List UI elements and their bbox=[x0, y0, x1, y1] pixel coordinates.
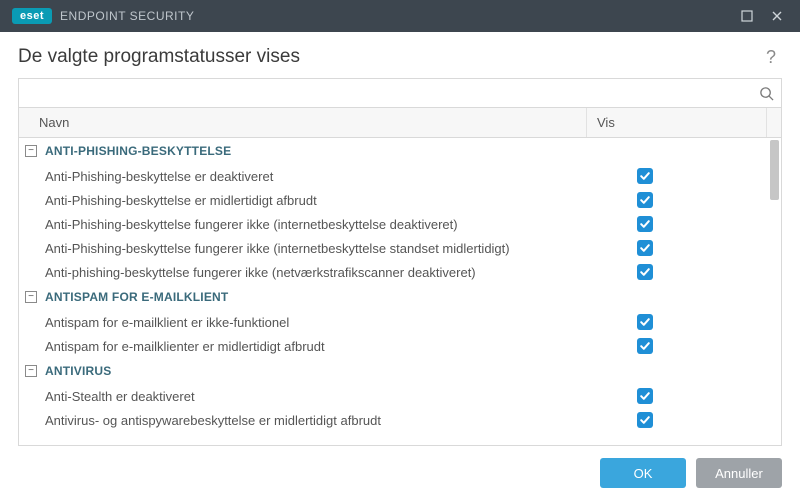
search-row bbox=[18, 78, 782, 108]
search-input[interactable] bbox=[27, 80, 757, 106]
table-body: −ANTI-PHISHING-BESKYTTELSEAnti-Phishing-… bbox=[18, 138, 782, 446]
product-name: ENDPOINT SECURITY bbox=[60, 9, 194, 23]
window-minimize-button[interactable] bbox=[732, 0, 762, 32]
visibility-checkbox[interactable] bbox=[637, 264, 653, 280]
visibility-checkbox[interactable] bbox=[637, 216, 653, 232]
window-close-button[interactable] bbox=[762, 0, 792, 32]
row-label: Anti-Stealth er deaktiveret bbox=[19, 389, 587, 404]
row-label: Antispam for e-mailklienter er midlertid… bbox=[19, 339, 587, 354]
row-label: Anti-Phishing-beskyttelse fungerer ikke … bbox=[19, 217, 587, 232]
table-row: Anti-Phishing-beskyttelse er deaktiveret bbox=[19, 164, 781, 188]
visibility-checkbox[interactable] bbox=[637, 338, 653, 354]
table-row: Antivirus- og antispywarebeskyttelse er … bbox=[19, 408, 781, 432]
group-header[interactable]: −ANTI-PHISHING-BESKYTTELSE bbox=[19, 138, 781, 164]
cancel-button[interactable]: Annuller bbox=[696, 458, 782, 488]
search-icon[interactable] bbox=[757, 84, 775, 102]
table-row: Anti-Stealth er deaktiveret bbox=[19, 384, 781, 408]
page-title: De valgte programstatusser vises bbox=[18, 46, 300, 68]
group-header[interactable]: −ANTIVIRUS bbox=[19, 358, 781, 384]
row-label: Antispam for e-mailklient er ikke-funkti… bbox=[19, 315, 587, 330]
visibility-checkbox[interactable] bbox=[637, 240, 653, 256]
group-title: ANTIVIRUS bbox=[45, 364, 111, 378]
column-header-vis[interactable]: Vis bbox=[587, 108, 767, 137]
brand-badge: eset bbox=[12, 8, 52, 24]
page-header: De valgte programstatusser vises ? bbox=[18, 46, 782, 68]
table-row: Antispam for e-mailklient er ikke-funkti… bbox=[19, 310, 781, 334]
group-header[interactable]: −ANTISPAM FOR E-MAILKLIENT bbox=[19, 284, 781, 310]
collapse-icon[interactable]: − bbox=[25, 365, 37, 377]
content-area: De valgte programstatusser vises ? Navn … bbox=[0, 32, 800, 446]
ok-button[interactable]: OK bbox=[600, 458, 686, 488]
group-title: ANTI-PHISHING-BESKYTTELSE bbox=[45, 144, 231, 158]
collapse-icon[interactable]: − bbox=[25, 145, 37, 157]
table-row: Antispam for e-mailklienter er midlertid… bbox=[19, 334, 781, 358]
row-label: Anti-Phishing-beskyttelse fungerer ikke … bbox=[19, 241, 587, 256]
table-row: Anti-Phishing-beskyttelse fungerer ikke … bbox=[19, 236, 781, 260]
table-row: Anti-phishing-beskyttelse fungerer ikke … bbox=[19, 260, 781, 284]
row-label: Antivirus- og antispywarebeskyttelse er … bbox=[19, 413, 587, 428]
dialog-footer: OK Annuller bbox=[0, 446, 800, 500]
visibility-checkbox[interactable] bbox=[637, 314, 653, 330]
column-header-name[interactable]: Navn bbox=[19, 108, 587, 137]
scrollbar-thumb[interactable] bbox=[770, 140, 779, 200]
visibility-checkbox[interactable] bbox=[637, 412, 653, 428]
scrollbar[interactable] bbox=[768, 138, 781, 445]
row-label: Anti-Phishing-beskyttelse er deaktiveret bbox=[19, 169, 587, 184]
help-button[interactable]: ? bbox=[760, 47, 782, 68]
group-title: ANTISPAM FOR E-MAILKLIENT bbox=[45, 290, 228, 304]
table-header: Navn Vis bbox=[18, 108, 782, 138]
visibility-checkbox[interactable] bbox=[637, 168, 653, 184]
row-label: Anti-Phishing-beskyttelse er midlertidig… bbox=[19, 193, 587, 208]
collapse-icon[interactable]: − bbox=[25, 291, 37, 303]
table-row: Anti-Phishing-beskyttelse er midlertidig… bbox=[19, 188, 781, 212]
table-row: Anti-Phishing-beskyttelse fungerer ikke … bbox=[19, 212, 781, 236]
visibility-checkbox[interactable] bbox=[637, 192, 653, 208]
row-label: Anti-phishing-beskyttelse fungerer ikke … bbox=[19, 265, 587, 280]
visibility-checkbox[interactable] bbox=[637, 388, 653, 404]
titlebar: eset ENDPOINT SECURITY bbox=[0, 0, 800, 32]
